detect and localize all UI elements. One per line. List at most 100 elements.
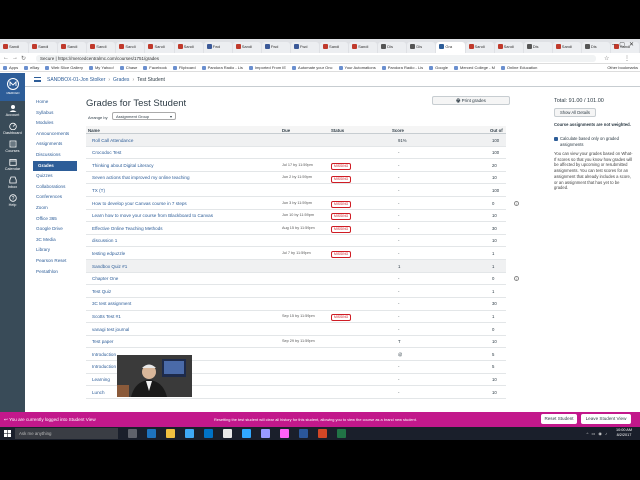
course-nav-google-drive[interactable]: Google Drive (33, 224, 77, 235)
score-value[interactable]: - (398, 301, 399, 306)
checkbox-icon[interactable] (554, 136, 558, 141)
assignment-name-link[interactable]: Learn how to move your course from Black… (92, 213, 213, 218)
score-value[interactable]: 1 (398, 264, 400, 269)
course-nav-office-365[interactable]: Office 365 (33, 214, 77, 225)
score-value[interactable]: - (398, 175, 399, 180)
leave-student-view-button[interactable]: Leave Student View (581, 414, 631, 424)
browser-tab[interactable]: Dis (523, 42, 552, 53)
assignment-name-link[interactable]: How to develop your Canvas course in 7 s… (92, 201, 187, 206)
browser-tab[interactable]: Sandi (232, 42, 261, 53)
global-nav-dashboard[interactable]: Dashboard (0, 119, 25, 137)
assignment-name-link[interactable]: Seven actions that improved my online te… (92, 175, 190, 180)
assignment-name-link[interactable]: Learning (92, 377, 110, 382)
assignment-name-link[interactable]: 3C test assignment (92, 301, 131, 306)
course-nav-announcements[interactable]: Announcements (33, 129, 77, 140)
breadcrumb-grades[interactable]: Grades (113, 77, 129, 83)
score-value[interactable]: - (398, 163, 399, 168)
score-value[interactable]: - (398, 276, 399, 281)
task-view-icon[interactable] (128, 429, 137, 438)
reload-icon[interactable]: ↻ (21, 55, 26, 62)
assignment-name-link[interactable]: Thinking about Digital Literacy (92, 163, 154, 168)
bookmark-item[interactable]: Pandora Radio - Lis (381, 65, 423, 70)
word-icon[interactable] (299, 429, 308, 438)
browser-tab[interactable]: Dis (581, 42, 610, 53)
calc-graded-only-checkbox[interactable]: Calculate based only on graded assignmen… (554, 136, 634, 147)
browser-tab[interactable]: Sandi (87, 42, 116, 53)
browser-tab[interactable]: Sandi (58, 42, 87, 53)
score-value[interactable]: T (398, 339, 401, 344)
reset-student-button[interactable]: Reset Student (541, 414, 577, 424)
bookmark-item[interactable]: Automate your Onc (292, 65, 333, 70)
course-nav-conferences[interactable]: Conferences (33, 192, 77, 203)
taskbar-search-input[interactable]: Ask me anything (15, 428, 118, 439)
browser-tab[interactable]: Gra (436, 42, 465, 53)
global-nav-account[interactable]: Account (0, 101, 25, 119)
browser-tab[interactable]: Sandi (320, 42, 349, 53)
bookmark-item[interactable]: Imported From IE (248, 65, 286, 70)
course-nav-library[interactable]: Library (33, 245, 77, 256)
course-nav-syllabus[interactable]: Syllabus (33, 108, 77, 119)
chrome-icon[interactable] (223, 429, 232, 438)
course-nav-collaborations[interactable]: Collaborations (33, 182, 77, 193)
browser-tab[interactable]: Sandi (552, 42, 581, 53)
global-nav-calendar[interactable]: Calendar (0, 155, 25, 173)
score-value[interactable]: - (398, 314, 399, 319)
windows-start-icon[interactable] (4, 430, 11, 437)
photoshop-icon[interactable] (242, 429, 251, 438)
taskbar-clock[interactable]: 10:00 AM 8/2/2017 (616, 428, 632, 438)
edge-icon[interactable] (147, 429, 156, 438)
excel-icon[interactable] (337, 429, 346, 438)
course-nav-discussions[interactable]: Discussions (33, 150, 77, 161)
browser-tab[interactable]: Sandi (349, 42, 378, 53)
assignment-name-link[interactable]: Scotts Test #1 (92, 314, 121, 319)
course-nav-3c-media[interactable]: 3C Media (33, 235, 77, 246)
browser-tab[interactable]: Sandi (494, 42, 523, 53)
assignment-name-link[interactable]: Roll Call Attendance (92, 138, 133, 143)
bookmark-item[interactable]: Apps (3, 65, 18, 70)
score-value[interactable]: - (398, 226, 399, 231)
forward-icon[interactable]: → (12, 55, 18, 61)
course-nav-assignments[interactable]: Assignments (33, 139, 77, 150)
assignment-name-link[interactable]: Introduction (92, 352, 116, 357)
score-value[interactable]: - (398, 289, 399, 294)
score-value[interactable]: - (398, 364, 399, 369)
score-value[interactable]: - (398, 390, 399, 395)
bookmark-item[interactable]: Facebook (143, 65, 167, 70)
score-value[interactable]: - (398, 251, 399, 256)
assignment-name-link[interactable]: discussion 1 (92, 238, 117, 243)
show-all-details-button[interactable]: Show All Details (554, 108, 596, 117)
course-nav-home[interactable]: Home (33, 97, 77, 108)
browser-tab[interactable]: Sandi (174, 42, 203, 53)
course-nav-grades[interactable]: Grades (33, 160, 77, 172)
breadcrumb-course[interactable]: SANDBOX-01-Jon Stolker (47, 77, 105, 83)
course-nav-pentathlon[interactable]: Pentathlon (33, 267, 77, 278)
assignment-name-link[interactable]: Chapter One (92, 276, 118, 281)
course-nav-zoom[interactable]: Zoom (33, 203, 77, 214)
assignment-name-link[interactable]: Effective Online Teaching Methods (92, 226, 163, 231)
bookmark-item[interactable]: Online Education (500, 65, 537, 70)
browser-tab[interactable]: Sandi (145, 42, 174, 53)
assignment-name-link[interactable]: Test paper (92, 339, 113, 344)
outlook-icon[interactable] (204, 429, 213, 438)
score-value[interactable]: @ (398, 352, 402, 357)
other-bookmarks[interactable]: Other bookmarks (607, 65, 638, 70)
assignment-name-link[interactable]: Introduction (92, 364, 116, 369)
browser-tab[interactable]: Fwd (261, 42, 290, 53)
assignment-name-link[interactable]: TX (T) (92, 188, 105, 193)
browser-tab[interactable]: Sandi (29, 42, 58, 53)
bookmark-item[interactable]: Web Slice Gallery (45, 65, 83, 70)
global-nav-help[interactable]: ? Help (0, 191, 25, 209)
bookmark-item[interactable]: Flipboard (172, 65, 196, 70)
browser-tab[interactable]: Dis (407, 42, 436, 53)
powerpoint-icon[interactable] (318, 429, 327, 438)
bookmark-item[interactable]: eBay (24, 65, 39, 70)
browser-tab[interactable]: Sandi (116, 42, 145, 53)
assignment-name-link[interactable]: testing edpuzzle (92, 251, 125, 256)
browser-tab[interactable]: Fwd (203, 42, 232, 53)
bookmark-item[interactable]: Merced College - M (454, 65, 495, 70)
course-nav-quizzes[interactable]: Quizzes (33, 171, 77, 182)
college-logo[interactable]: MERCED (0, 73, 25, 101)
arrange-by-select[interactable]: Assignment Group ▾ (112, 112, 176, 120)
browser-tab[interactable]: Sandi (0, 42, 29, 53)
browser-tab[interactable]: Sandi (465, 42, 494, 53)
